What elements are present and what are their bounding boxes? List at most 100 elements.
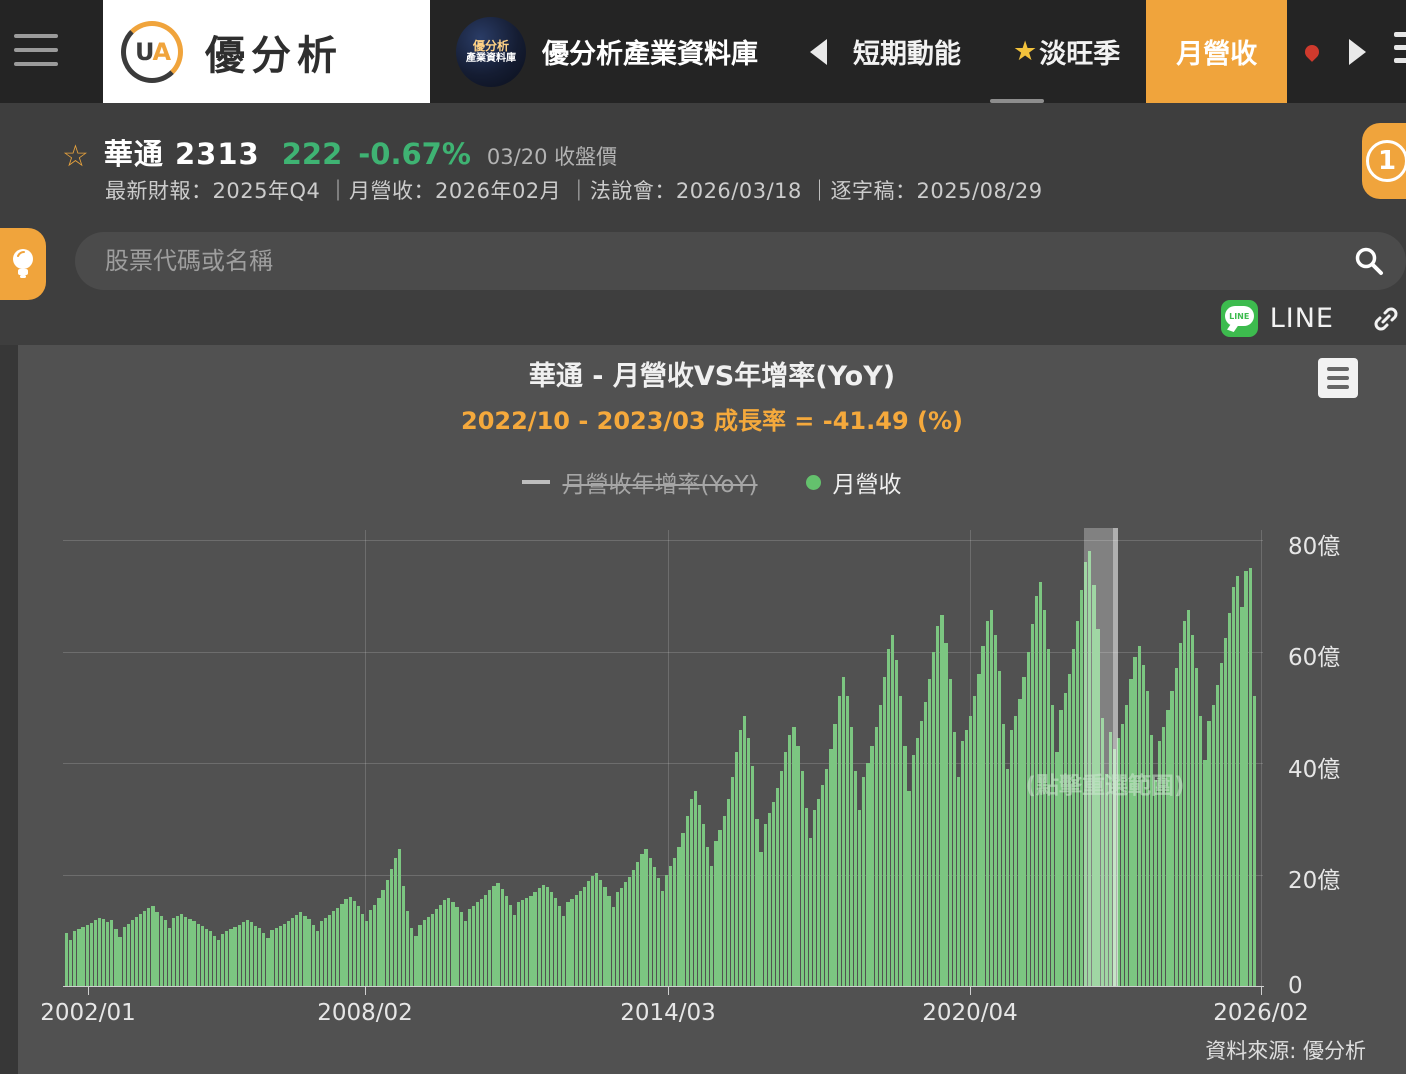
revenue-bar[interactable] bbox=[205, 929, 208, 986]
nav-item-seasonality[interactable]: ★淡旺季 bbox=[987, 0, 1146, 103]
revenue-bar[interactable] bbox=[209, 931, 212, 986]
revenue-bar[interactable] bbox=[558, 906, 561, 986]
revenue-bar[interactable] bbox=[77, 929, 80, 986]
revenue-bar[interactable] bbox=[866, 763, 869, 986]
revenue-bar[interactable] bbox=[418, 925, 421, 986]
revenue-bar[interactable] bbox=[398, 849, 401, 986]
revenue-bar[interactable] bbox=[850, 727, 853, 986]
revenue-bar[interactable] bbox=[817, 799, 820, 986]
revenue-bar[interactable] bbox=[480, 899, 483, 986]
revenue-bar[interactable] bbox=[246, 920, 249, 986]
revenue-bar[interactable] bbox=[575, 895, 578, 986]
revenue-bar[interactable] bbox=[1187, 610, 1190, 986]
revenue-bar[interactable] bbox=[842, 677, 845, 986]
revenue-bar[interactable] bbox=[628, 877, 631, 986]
revenue-bar[interactable] bbox=[73, 931, 76, 986]
revenue-bar[interactable] bbox=[969, 716, 972, 986]
revenue-bar[interactable] bbox=[735, 752, 738, 986]
revenue-bar[interactable] bbox=[303, 916, 306, 986]
revenue-bar[interactable] bbox=[1133, 657, 1136, 986]
revenue-bar[interactable] bbox=[279, 926, 282, 986]
revenue-bar[interactable] bbox=[669, 866, 672, 986]
revenue-bar[interactable] bbox=[127, 924, 130, 986]
revenue-bar[interactable] bbox=[1154, 780, 1157, 986]
nav-prev-arrow-icon[interactable] bbox=[810, 39, 827, 65]
revenue-bar[interactable] bbox=[176, 916, 179, 986]
revenue-bar[interactable] bbox=[649, 858, 652, 986]
revenue-bar[interactable] bbox=[595, 873, 598, 986]
revenue-bar[interactable] bbox=[221, 934, 224, 986]
revenue-bar[interactable] bbox=[562, 916, 565, 986]
revenue-bar[interactable] bbox=[529, 896, 532, 986]
revenue-bar[interactable] bbox=[147, 908, 150, 986]
revenue-bar[interactable] bbox=[751, 766, 754, 986]
revenue-bar[interactable] bbox=[1224, 638, 1227, 986]
revenue-bar[interactable] bbox=[1146, 691, 1149, 987]
revenue-bar[interactable] bbox=[809, 838, 812, 986]
revenue-bar[interactable] bbox=[381, 890, 384, 986]
revenue-bar[interactable] bbox=[291, 918, 294, 986]
revenue-bar[interactable] bbox=[624, 882, 627, 986]
revenue-bar[interactable] bbox=[427, 917, 430, 986]
revenue-bar[interactable] bbox=[928, 679, 931, 986]
revenue-bar[interactable] bbox=[1047, 649, 1050, 986]
revenue-bar[interactable] bbox=[949, 679, 952, 986]
idea-bulb-button[interactable] bbox=[0, 228, 46, 300]
revenue-bar[interactable] bbox=[677, 847, 680, 986]
revenue-bar[interactable] bbox=[431, 914, 434, 987]
revenue-bar[interactable] bbox=[616, 892, 619, 986]
revenue-bar[interactable] bbox=[69, 940, 72, 986]
revenue-bar[interactable] bbox=[739, 730, 742, 986]
revenue-bar[interactable] bbox=[583, 887, 586, 986]
revenue-bar[interactable] bbox=[1068, 674, 1071, 986]
revenue-bar[interactable] bbox=[870, 746, 873, 986]
revenue-bar[interactable] bbox=[727, 799, 730, 986]
menu-hamburger-icon[interactable] bbox=[14, 34, 58, 70]
revenue-bar[interactable] bbox=[402, 886, 405, 986]
revenue-bar[interactable] bbox=[772, 802, 775, 986]
revenue-bar[interactable] bbox=[229, 929, 232, 986]
revenue-bar[interactable] bbox=[295, 915, 298, 986]
revenue-bar[interactable] bbox=[1064, 693, 1067, 986]
search-icon[interactable] bbox=[1354, 246, 1384, 276]
revenue-bar[interactable] bbox=[106, 922, 109, 986]
revenue-bar[interactable] bbox=[192, 921, 195, 986]
revenue-bar[interactable] bbox=[854, 771, 857, 986]
revenue-bar[interactable] bbox=[102, 919, 105, 986]
revenue-bar[interactable] bbox=[242, 922, 245, 986]
revenue-bar[interactable] bbox=[373, 905, 376, 986]
revenue-bar[interactable] bbox=[410, 928, 413, 987]
revenue-bar[interactable] bbox=[698, 805, 701, 986]
revenue-bar[interactable] bbox=[591, 876, 594, 986]
revenue-bar[interactable] bbox=[1166, 710, 1169, 986]
revenue-bar[interactable] bbox=[160, 916, 163, 986]
revenue-bar[interactable] bbox=[653, 867, 656, 986]
revenue-bar[interactable] bbox=[579, 891, 582, 986]
revenue-bar[interactable] bbox=[1031, 624, 1034, 986]
revenue-bar[interactable] bbox=[1022, 677, 1025, 986]
revenue-bar[interactable] bbox=[1232, 587, 1235, 986]
revenue-bar[interactable] bbox=[1027, 652, 1030, 987]
revenue-bar[interactable] bbox=[990, 610, 993, 986]
revenue-bar[interactable] bbox=[1253, 696, 1256, 986]
revenue-bar[interactable] bbox=[123, 927, 126, 986]
industry-db-label[interactable]: 優分析產業資料庫 bbox=[542, 32, 758, 71]
revenue-bar[interactable] bbox=[1129, 679, 1132, 986]
revenue-bar[interactable] bbox=[299, 912, 302, 986]
revenue-bar[interactable] bbox=[686, 816, 689, 986]
line-app-icon[interactable]: LINE bbox=[1221, 300, 1258, 337]
revenue-bar[interactable] bbox=[644, 849, 647, 986]
revenue-bar[interactable] bbox=[1121, 724, 1124, 986]
revenue-bar[interactable] bbox=[484, 895, 487, 986]
revenue-bar[interactable] bbox=[406, 911, 409, 986]
revenue-bar[interactable] bbox=[542, 885, 545, 987]
revenue-bar[interactable] bbox=[262, 933, 265, 987]
revenue-bar[interactable] bbox=[143, 911, 146, 986]
revenue-bar[interactable] bbox=[759, 852, 762, 986]
revenue-bar[interactable] bbox=[394, 858, 397, 986]
revenue-bar[interactable] bbox=[792, 727, 795, 986]
revenue-bar[interactable] bbox=[164, 920, 167, 986]
revenue-bar[interactable] bbox=[213, 936, 216, 986]
revenue-bar[interactable] bbox=[217, 940, 220, 986]
revenue-bar[interactable] bbox=[994, 635, 997, 986]
